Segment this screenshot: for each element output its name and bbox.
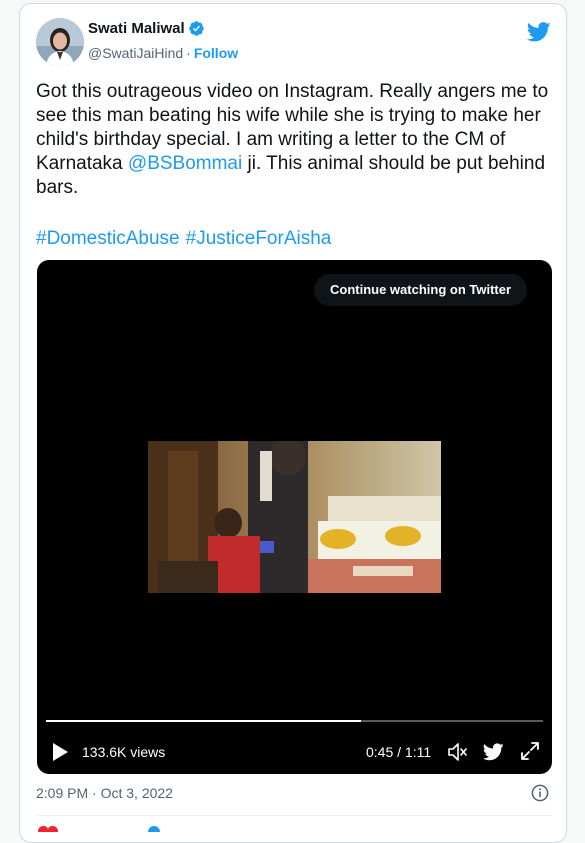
continue-watching-button[interactable]: Continue watching on Twitter	[314, 274, 528, 306]
divider	[36, 815, 552, 816]
verified-badge-icon	[188, 21, 204, 36]
video-frame[interactable]	[148, 441, 441, 593]
video-progress-fill	[46, 720, 362, 722]
mention-link[interactable]: @BSBommai	[128, 153, 242, 174]
volume-icon[interactable]	[446, 741, 468, 763]
author-name[interactable]: Swati Maliwal	[88, 20, 185, 37]
author-name-row[interactable]: Swati Maliwal	[88, 20, 205, 37]
twitter-bird-icon[interactable]	[527, 22, 551, 42]
twitter-bird-icon[interactable]	[483, 743, 504, 761]
hashtags: #DomesticAbuse #JusticeForAisha	[36, 227, 337, 251]
hashtag-link[interactable]: #JusticeForAisha	[186, 228, 332, 249]
video-progress-bar[interactable]	[46, 720, 543, 722]
hashtag-link[interactable]: #DomesticAbuse	[36, 228, 180, 249]
tweet-card: Swati Maliwal @SwatiJaiHind · Follow Got t…	[19, 3, 567, 843]
fullscreen-icon[interactable]	[520, 741, 540, 761]
follow-button[interactable]: Follow	[194, 45, 238, 61]
handle-row: @SwatiJaiHind · Follow	[88, 45, 238, 61]
avatar[interactable]	[36, 18, 84, 66]
play-icon[interactable]	[51, 742, 69, 762]
tweet-timestamp[interactable]: 2:09 PM · Oct 3, 2022	[36, 785, 173, 801]
action-icons-partial	[38, 826, 160, 832]
info-icon[interactable]	[531, 784, 549, 802]
tweet-text: Got this outrageous video on Instagram. …	[36, 80, 556, 200]
video-time: 0:45 / 1:11	[366, 744, 432, 760]
video-player[interactable]: Continue watching on Twitter 133.6K view…	[37, 260, 552, 774]
author-handle[interactable]: @SwatiJaiHind	[88, 45, 183, 61]
video-views: 133.6K views	[82, 744, 166, 760]
separator-dot: ·	[186, 45, 191, 61]
